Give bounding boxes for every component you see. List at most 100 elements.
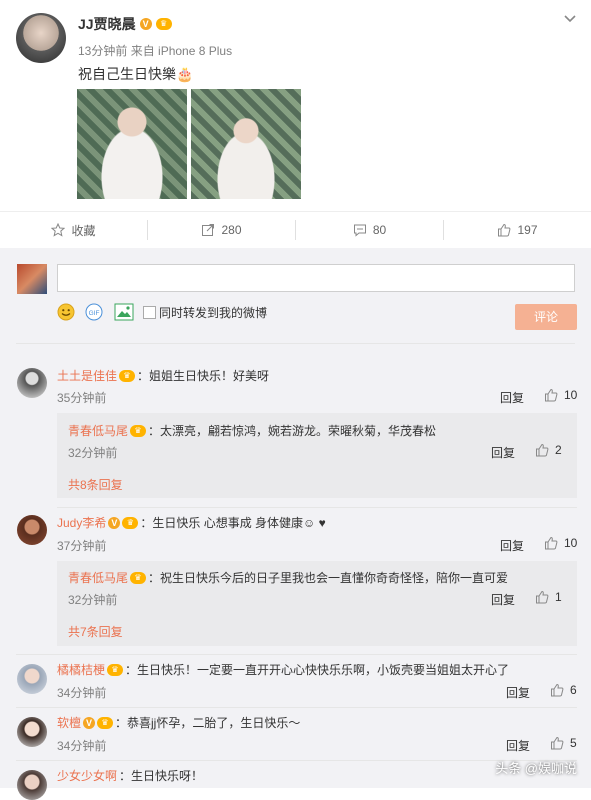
commenter-avatar[interactable] xyxy=(17,717,47,747)
emoji-icon[interactable] xyxy=(57,303,75,321)
like-button[interactable]: 197 xyxy=(444,212,591,248)
reply-line: 青春低马尾 ♛ ：太漂亮，翩若惊鸿，婉若游龙。荣曜秋菊，华茂春松 xyxy=(68,422,436,439)
divider xyxy=(16,760,577,761)
vip-badge-icon: ♛ xyxy=(119,369,136,382)
commenter-name[interactable]: 橘橘桔梗 xyxy=(57,661,105,678)
image-icon[interactable] xyxy=(114,303,134,321)
vip-badge-icon: ♛ xyxy=(122,516,139,529)
comment-button[interactable]: 80 xyxy=(296,212,443,248)
replier-name[interactable]: 青春低马尾 xyxy=(68,422,128,439)
commenter-name[interactable]: Judy李希 xyxy=(57,514,106,531)
like-count: 1 xyxy=(555,590,562,604)
divider xyxy=(16,707,577,708)
comment-line: 橘橘桔梗 ♛ ：生日快乐！一定要一直开开心心快快乐乐啊，小饭壳要当姐姐太开心了 xyxy=(57,661,509,678)
comment-line: 少女少女啊 ：生日快乐呀！ xyxy=(57,767,203,784)
reply-time: 32分钟前 xyxy=(68,446,118,460)
comment-time: 34分钟前 xyxy=(57,739,107,753)
author-avatar[interactable] xyxy=(16,13,66,63)
thumbs-up-icon xyxy=(536,443,549,457)
comment-line: 土土是佳佳 ♛ ：姐姐生日快乐！好美呀 xyxy=(57,367,269,384)
chevron-down-icon[interactable] xyxy=(563,12,577,26)
current-user-avatar xyxy=(17,264,47,294)
gif-icon[interactable]: GIF xyxy=(85,303,103,321)
forward-button[interactable]: 280 xyxy=(148,212,295,248)
reply-button[interactable]: 回复 xyxy=(506,737,530,754)
divider xyxy=(16,654,577,655)
reply-like-button[interactable]: 1 xyxy=(535,590,562,604)
like-count: 5 xyxy=(570,736,577,750)
comment-like-button[interactable]: 6 xyxy=(550,683,577,697)
like-count: 6 xyxy=(570,683,577,697)
favorite-button[interactable]: 收藏 xyxy=(0,212,147,248)
comment-like-button[interactable]: 5 xyxy=(550,736,577,750)
comment-time: 37分钟前 xyxy=(57,539,107,553)
like-count: 197 xyxy=(517,223,538,237)
comment-line: 软檀 V ♛ ：恭喜jj怀孕，二胎了，生日快乐～ xyxy=(57,714,300,731)
comment-text: ：恭喜jj怀孕，二胎了，生日快乐～ xyxy=(115,716,301,730)
comment-input[interactable] xyxy=(57,264,575,292)
more-replies-link[interactable]: 共7条回复 xyxy=(68,623,123,640)
svg-text:GIF: GIF xyxy=(89,310,100,317)
reply-button[interactable]: 回复 xyxy=(500,537,524,554)
verified-badge-icon: V xyxy=(83,716,96,729)
replier-name[interactable]: 青春低马尾 xyxy=(68,569,128,586)
forward-also-label: 同时转发到我的微博 xyxy=(159,306,268,320)
post-source[interactable]: 来自 iPhone 8 Plus xyxy=(131,44,232,58)
commenter-avatar[interactable] xyxy=(17,664,47,694)
divider xyxy=(57,507,577,508)
reply-button[interactable]: 回复 xyxy=(506,684,530,701)
reply-text: ：祝生日快乐今后的日子里我也会一直懂你奇奇怪怪，陪你一直可爱 xyxy=(148,571,509,585)
forward-count: 280 xyxy=(221,223,242,237)
reply-button[interactable]: 回复 xyxy=(491,591,515,608)
vip-badge-icon: ♛ xyxy=(97,716,114,729)
comment-text: ：生日快乐 心想事成 身体健康☺ ♥ xyxy=(140,516,326,530)
favorite-label: 收藏 xyxy=(71,223,96,238)
thumbs-up-icon xyxy=(551,736,564,750)
comment-like-button[interactable]: 10 xyxy=(544,388,577,402)
comment-icon xyxy=(353,224,366,237)
vip-badge-icon: ♛ xyxy=(130,424,147,437)
vip-badge-icon: ♛ xyxy=(130,571,147,584)
comment-time: 35分钟前 xyxy=(57,391,107,405)
thumbs-up-icon xyxy=(545,388,558,402)
divider xyxy=(16,343,575,344)
comment-count: 80 xyxy=(372,223,387,237)
more-replies-link[interactable]: 共8条回复 xyxy=(68,476,123,493)
thumbs-up-icon xyxy=(536,590,549,604)
comment-text: ：生日快乐！一定要一直开开心心快快乐乐啊，小饭壳要当姐姐太开心了 xyxy=(125,663,510,677)
thumbs-up-icon xyxy=(551,683,564,697)
post-photo-2[interactable] xyxy=(191,89,301,199)
post-photo-1[interactable] xyxy=(77,89,187,199)
like-count: 2 xyxy=(555,443,562,457)
commenter-name[interactable]: 少女少女啊 xyxy=(57,767,117,784)
comment-line: Judy李希 V ♛ ：生日快乐 心想事成 身体健康☺ ♥ xyxy=(57,514,326,531)
forward-also-checkbox[interactable] xyxy=(143,306,156,319)
commenter-name[interactable]: 软檀 xyxy=(57,714,81,731)
author-name[interactable]: JJ贾晓晨 xyxy=(78,14,136,34)
thumbs-up-icon xyxy=(545,536,558,550)
comment-text: ：生日快乐呀！ xyxy=(119,769,204,783)
post-text: 祝自己生日快樂🎂 xyxy=(78,66,194,82)
like-count: 10 xyxy=(564,536,578,550)
commenter-name[interactable]: 土土是佳佳 xyxy=(57,367,117,384)
verified-badge-icon: V xyxy=(108,516,121,529)
reply-line: 青春低马尾 ♛ ：祝生日快乐今后的日子里我也会一直懂你奇奇怪怪，陪你一直可爱 xyxy=(68,569,508,586)
reply-button[interactable]: 回复 xyxy=(491,444,515,461)
commenter-avatar[interactable] xyxy=(17,515,47,545)
thumbs-up-icon xyxy=(498,223,511,237)
post-time[interactable]: 13分钟前 xyxy=(78,44,127,58)
reply-button[interactable]: 回复 xyxy=(500,389,524,406)
reply-like-button[interactable]: 2 xyxy=(535,443,562,457)
star-icon xyxy=(51,223,66,237)
submit-comment-button[interactable]: 评论 xyxy=(515,304,577,330)
verified-badge-icon: V xyxy=(139,18,152,30)
comment-text: ：姐姐生日快乐！好美呀 xyxy=(137,369,270,383)
watermark: 头条 @娱咖说 xyxy=(495,761,577,776)
commenter-avatar[interactable] xyxy=(17,368,47,398)
comment-time: 34分钟前 xyxy=(57,686,107,700)
post-action-bar: 收藏 280 80 197 xyxy=(0,211,591,249)
like-count: 10 xyxy=(564,388,578,402)
comment-like-button[interactable]: 10 xyxy=(544,536,577,550)
commenter-avatar[interactable] xyxy=(17,770,47,800)
vip-badge-icon: ♛ xyxy=(155,18,172,30)
